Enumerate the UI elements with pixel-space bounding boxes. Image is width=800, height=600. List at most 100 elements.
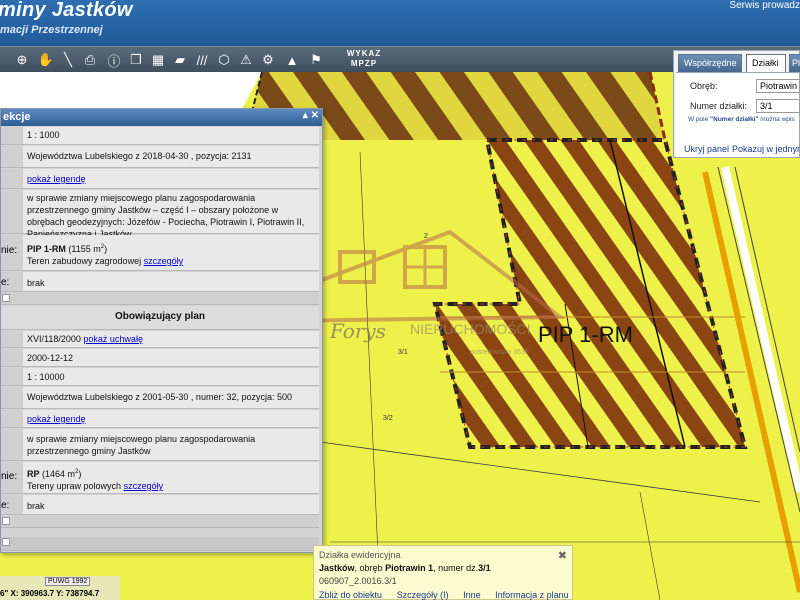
layers-icon[interactable]: ❐ [126,50,146,70]
hint-pre: W pole [688,116,711,123]
zoom-to-object-link[interactable]: Zbliż do obiektu [319,590,382,600]
info-row-description: w sprawie zmiany miejscowego planu zagos… [1,190,319,239]
row-label: e: [1,272,23,291]
row-value: 1 : 10000 [27,372,65,382]
measure-icon[interactable]: ╲ [58,50,78,70]
search-hint: W pole "Numer działki" można wpis [688,116,798,123]
show-resolution-link[interactable]: pokaż uchwałę [83,334,143,344]
zone-code-2: RP [27,469,40,479]
collapse-icon-2[interactable] [2,517,10,525]
zone-description-2: Tereny upraw polowych [27,481,122,491]
coord-system-select[interactable]: PUWG 1992 [45,577,91,586]
coordinates-bar: PUWG 1992 6" X: 390963.7 Y: 738794.7 [0,576,120,600]
close-icon[interactable]: ✕ [311,110,319,121]
row-label [1,127,23,144]
mountain-icon[interactable]: ▲ [282,50,302,70]
show-in-one-link[interactable]: Pokazuj w jednym [732,144,800,154]
row-label: e: [1,495,23,514]
details-link[interactable]: szczegóły [144,256,184,266]
warning-icon[interactable]: ⚠ [236,50,256,70]
plot-label: PIP 1-RM [538,322,633,347]
watermark-sub: pośrednictwo 3535 [470,349,529,356]
other-link[interactable]: Inne [463,590,481,600]
wykaz-line1: WYKAZ [346,49,382,58]
popup-parcel-code: 060907_2.0016.3/1 [319,576,397,586]
resolution-number: XVI/118/2000 [27,334,81,344]
parcel-info-popup: Działka ewidencyjna ✖ Jastków, obręb Pio… [313,545,573,600]
obreb-select[interactable]: Piotrawin 1 [756,79,800,93]
popup-links: Zbliż do obiektu Szczegóły (I) Inne Info… [319,590,581,600]
hatch-icon[interactable]: /// [192,50,212,70]
details-popup-link[interactable]: Szczegóły (I) [397,590,449,600]
row-label: nie: [1,462,23,493]
tab-plan[interactable]: Pla [789,54,800,72]
settings-icon[interactable]: ⚙ [258,50,278,70]
watermark-text: NIERUCHOMOŚCI [410,320,531,337]
app-header: miny Jastków macji Przestrzennej Serwis … [0,0,800,46]
row-value: w sprawie zmiany miejscowego planu zagos… [27,193,305,239]
row-value: brak [27,501,45,511]
coord-y: Y: 738794.7 [56,589,100,598]
obreb-label: Obręb: [690,81,718,91]
row-value: w sprawie zmiany miejscowego planu zagos… [27,434,256,456]
row-value: brak [27,278,45,288]
panel-header: ekcje ▴ ✕ [1,109,322,126]
white-area [0,72,262,112]
info-row-description2: w sprawie zmiany miejscowego planu zagos… [1,429,319,461]
row-value: Województwa Lubelskiego z 2018-04-30 , p… [27,151,252,161]
info-row-designation: nie: PIP 1-RM (1155 m2) Teren zabudowy z… [1,235,319,271]
polygon-icon[interactable]: ⬡ [214,50,234,70]
info-row-dziennik: Województwa Lubelskiego z 2018-04-30 , p… [1,146,319,168]
wykaz-line2: MPZP [350,59,378,68]
row-label: nie: [1,235,23,270]
tab-wspolrzedne[interactable]: Współrzędne [678,54,742,72]
info-row-date: 2000-12-12 [1,349,319,367]
plan-info-link[interactable]: Informacja z planu [495,590,569,600]
info-icon[interactable]: ⓘ [104,50,124,70]
parcel-label-3-2: 3/2 [383,415,393,422]
numer-label: Numer działki: [690,101,748,111]
info-row-dziennik2: Województwa Lubelskiego z 2001-05-30 , n… [1,387,319,409]
minimize-icon[interactable]: ▴ [303,110,311,121]
search-tabs: Współrzędne Działki Pla [678,54,800,72]
info-row-resolution: XVI/118/2000 pokaż uchwałę [1,331,319,348]
row-value: Województwa Lubelskiego z 2001-05-30 , n… [27,392,292,402]
flag-icon[interactable]: ⚑ [306,50,326,70]
info-row-legend: pokaż legendę [1,169,319,189]
plan-info-panel: ekcje ▴ ✕ 1 : 1000 Województwa Lubelskie… [0,108,323,553]
show-legend-link[interactable]: pokaż legendę [27,174,86,184]
info-row-footer [1,537,319,551]
parcel-label-2: 2 [424,233,428,240]
info-row-designation2: nie: RP (1464 m2) Tereny upraw polowych … [1,462,319,494]
hint-post: można wpis [758,116,795,123]
table-icon[interactable]: ▦ [148,50,168,70]
show-legend-link-2[interactable]: pokaż legendę [27,414,86,424]
pan-icon[interactable]: ✋ [36,50,56,70]
coord-x: X: 390963.7 [10,589,55,598]
section-current-plan: Obowiązujący plan [1,306,319,330]
collapse-icon-3[interactable] [2,538,10,546]
section-title: Obowiązujący plan [114,311,206,322]
close-popup-icon[interactable]: ✖ [558,549,567,562]
comment-icon[interactable]: ▰ [170,50,190,70]
info-row-changes: e: brak [1,272,319,292]
zone-area: (1155 m [68,244,101,254]
details-link-2[interactable]: szczegóły [124,481,164,491]
info-row-scale2: 1 : 10000 [1,368,319,386]
row-value: 1 : 1000 [27,130,60,140]
zoom-in-icon[interactable]: ⊕ [12,50,32,70]
row-value: 2000-12-12 [27,353,74,363]
hint-bold: "Numer działki" [710,116,759,123]
app-subtitle: macji Przestrzennej [0,24,103,36]
parcel-label-3-1: 3/1 [398,349,408,356]
zone-area-2: (1464 m [42,469,76,479]
zone-code: PIP 1-RM [27,244,66,254]
wykaz-mpzp-button[interactable]: WYKAZ MPZP [342,49,386,69]
print-icon[interactable]: ⎙ [80,50,100,70]
tab-dzialki[interactable]: Działki [746,54,786,72]
numer-input[interactable]: 3/1 [756,99,800,113]
hide-panel-link[interactable]: Ukryj panel [684,144,729,154]
info-row-toggle [1,293,319,305]
collapse-icon[interactable] [2,294,10,302]
info-row-scale: 1 : 1000 [1,127,319,145]
